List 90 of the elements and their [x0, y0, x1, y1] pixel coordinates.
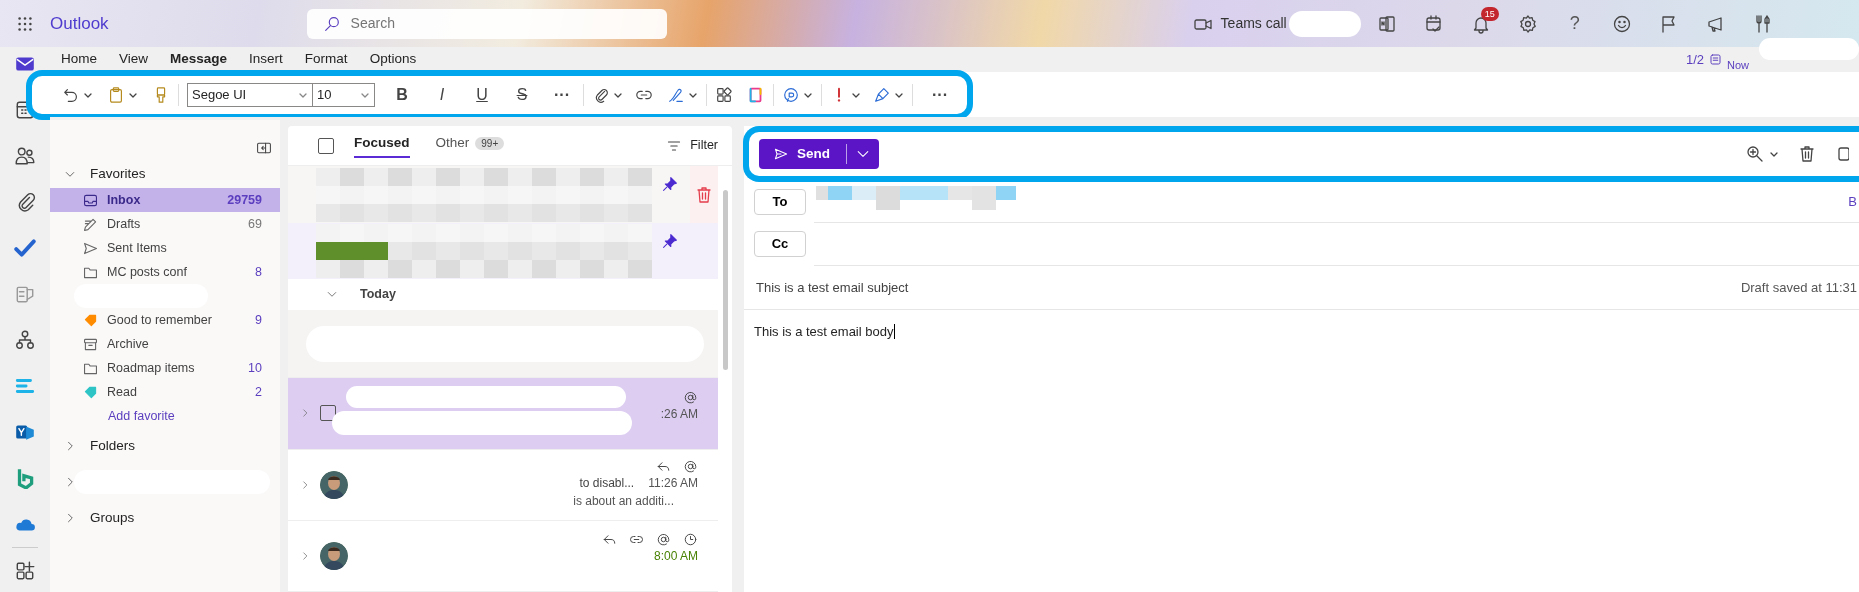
message-preview: is about an additi...	[573, 493, 674, 511]
ribbon-tab[interactable]: Options	[358, 49, 428, 70]
folder-item[interactable]: Archive	[50, 332, 280, 356]
add-favorite-link[interactable]: Add favorite	[108, 409, 175, 423]
select-all-checkbox[interactable]	[318, 137, 334, 154]
filter-button[interactable]: Filter	[666, 136, 718, 155]
notification-badge: 15	[1480, 7, 1499, 22]
pinned-message[interactable]	[288, 223, 718, 279]
settings-icon[interactable]	[1517, 13, 1538, 34]
ribbon-tab[interactable]: Home	[50, 49, 108, 70]
search-field[interactable]: Search	[348, 12, 649, 35]
pager-time: Now	[1727, 58, 1749, 74]
folder-item[interactable]: MC posts conf 8	[50, 260, 280, 284]
folder-section[interactable]: Groups	[90, 507, 135, 529]
clipboard-icon[interactable]	[107, 85, 125, 104]
app-launcher-icon[interactable]	[16, 14, 34, 33]
people-icon[interactable]	[14, 145, 36, 167]
message-row[interactable]: 8:00 AM	[288, 520, 718, 592]
help-button[interactable]: ?	[1564, 10, 1585, 37]
folder-item[interactable]: Sent Items	[50, 236, 280, 260]
folder-section[interactable]: Folders	[90, 435, 135, 457]
scrollbar-thumb[interactable]	[722, 190, 728, 371]
item-count: 2	[255, 383, 262, 401]
apps-icon[interactable]	[715, 85, 733, 104]
font-size-dropdown[interactable]: 10	[313, 82, 375, 107]
item-count: 29759	[227, 191, 262, 209]
favorites-header[interactable]: Favorites	[50, 160, 280, 188]
paintbrush-icon[interactable]	[873, 85, 891, 104]
popout-icon[interactable]	[1835, 144, 1849, 164]
pane-collapse-icon[interactable]	[256, 140, 272, 156]
more-button[interactable]: ···	[927, 82, 953, 107]
pin-icon[interactable]	[662, 176, 678, 193]
bcc-link[interactable]: B	[1848, 192, 1857, 212]
item-count: 9	[255, 311, 262, 329]
format-button[interactable]: B	[389, 82, 415, 107]
app-name[interactable]: Outlook	[50, 10, 109, 37]
folder-item[interactable]: Inbox 29759	[50, 188, 280, 212]
mention-icon	[656, 532, 671, 548]
draft-icon[interactable]	[1708, 52, 1723, 67]
ribbon-tab[interactable]: View	[108, 49, 160, 70]
ribbon-tab[interactable]: Format	[293, 49, 359, 70]
ribbon-tab[interactable]: Insert	[238, 49, 294, 70]
teams-call-link[interactable]: Teams call	[1220, 13, 1287, 34]
item-count: 8	[255, 263, 262, 281]
chat-bubble-icon[interactable]	[782, 85, 800, 104]
more-button[interactable]: ···	[549, 82, 575, 107]
body-text[interactable]: This is a test email body	[754, 324, 896, 339]
item-count: 10	[248, 359, 262, 377]
subject-field[interactable]: This is a test email subject	[754, 276, 1354, 299]
message-subject: to disabl...	[579, 475, 635, 493]
folder-item[interactable]: Read 2	[50, 380, 280, 404]
more-apps-icon[interactable]	[14, 560, 36, 582]
smiley-icon[interactable]	[1611, 13, 1632, 34]
group-header: Today	[360, 286, 396, 303]
chevron-right-icon[interactable]	[300, 550, 310, 561]
message-time: :26 AM	[660, 405, 698, 423]
send-button[interactable]: Send	[759, 139, 879, 169]
cc-button[interactable]: Cc	[754, 231, 806, 257]
format-button[interactable]: I	[429, 82, 455, 107]
mention-icon	[683, 389, 698, 405]
clock-icon	[683, 532, 698, 548]
format-button[interactable]: S	[509, 82, 535, 107]
to-button[interactable]: To	[754, 189, 806, 215]
search-box[interactable]: Search	[306, 8, 667, 39]
font-dropdown[interactable]: Segoe UI	[187, 82, 313, 107]
pin-icon[interactable]	[662, 233, 678, 250]
message-time: 8:00 AM	[653, 548, 698, 566]
draft-status: Draft saved at 11:31	[1740, 278, 1857, 297]
calendar-check-icon[interactable]	[1423, 13, 1444, 34]
chevron-right-icon[interactable]	[300, 479, 310, 490]
org-chart-icon[interactable]	[14, 329, 36, 351]
mention-icon	[683, 459, 698, 475]
folder-item[interactable]: Drafts 69	[50, 212, 280, 236]
item-count: 69	[248, 215, 262, 233]
count-badge: 99+	[475, 136, 505, 150]
message-row[interactable]: to disabl... 11:26 AM is about an additi...	[288, 449, 718, 521]
notebook-icon[interactable]	[1376, 13, 1397, 34]
zoom-icon[interactable]	[1745, 144, 1765, 164]
send-icon	[773, 146, 789, 162]
message-row[interactable]: :26 AM	[288, 378, 718, 450]
format-button[interactable]: U	[469, 82, 495, 107]
search-icon	[322, 14, 341, 33]
folder-item[interactable]: Good to remember 9	[50, 308, 280, 332]
inbox-tab[interactable]: Other 99+	[435, 132, 505, 159]
folder-item[interactable]: Roadmap items 10	[50, 356, 280, 380]
message-time: 11:26 AM	[648, 475, 698, 493]
inbox-tab[interactable]: Focused	[354, 132, 410, 159]
ribbon-tab[interactable]: Message	[159, 49, 239, 70]
checkmark-icon[interactable]	[14, 237, 36, 259]
page-indicator: 1/2	[1685, 50, 1704, 69]
